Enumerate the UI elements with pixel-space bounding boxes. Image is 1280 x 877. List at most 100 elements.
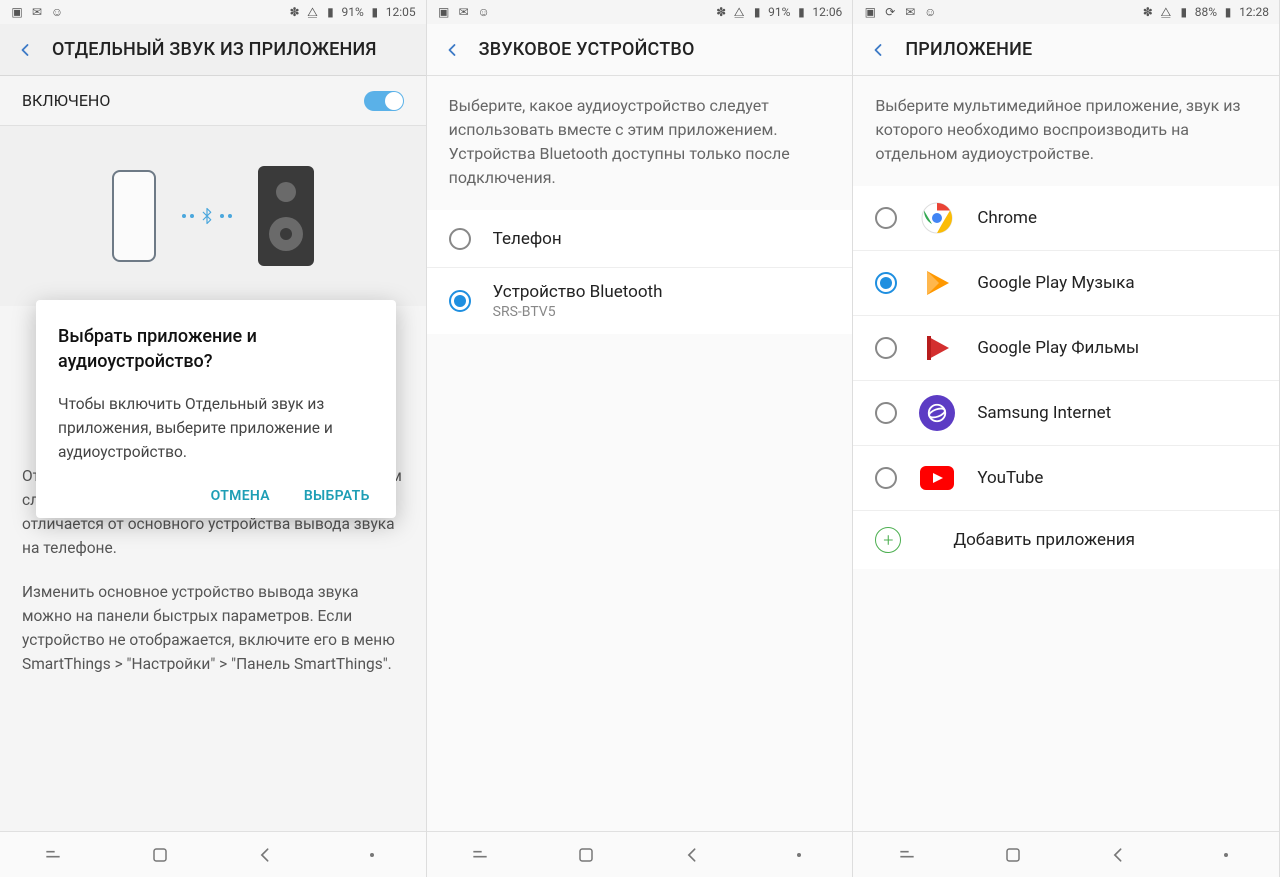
gallery-icon: ▣ bbox=[437, 5, 451, 19]
radio-button[interactable] bbox=[449, 228, 471, 250]
status-bar: ▣ ✉ ☺ ✽ ⧋ ▮ 91% ▮ 12:05 bbox=[0, 0, 426, 24]
nav-dot[interactable] bbox=[786, 842, 812, 868]
select-app-device-dialog: Выбрать приложение и аудиоустройство? Чт… bbox=[36, 300, 396, 518]
back-button[interactable] bbox=[14, 39, 36, 61]
status-bar: ▣ ⟳ ✉ ☺ ✽ ⧋ ▮ 88% ▮ 12:28 bbox=[853, 0, 1279, 24]
battery-text: 91% bbox=[341, 5, 363, 19]
bluetooth-connection-icon bbox=[182, 205, 232, 227]
nav-bar bbox=[853, 831, 1279, 877]
device-label: Телефон bbox=[493, 229, 562, 249]
toggle-label: ВКЛЮЧЕНО bbox=[22, 91, 110, 110]
app-option-youtube[interactable]: YouTube bbox=[853, 446, 1279, 511]
radio-button[interactable] bbox=[875, 207, 897, 229]
signal-icon: ▮ bbox=[323, 5, 337, 19]
master-toggle-row[interactable]: ВКЛЮЧЕНО bbox=[0, 76, 426, 126]
nav-bar bbox=[427, 831, 853, 877]
gallery-icon: ▣ bbox=[10, 5, 24, 19]
app-label: Google Play Музыка bbox=[977, 273, 1134, 293]
device-label: Устройство Bluetooth bbox=[493, 282, 663, 302]
status-bar: ▣ ✉ ☺ ✽ ⧋ ▮ 91% ▮ 12:06 bbox=[427, 0, 853, 24]
sync-icon: ⟳ bbox=[883, 5, 897, 19]
battery-text: 88% bbox=[1195, 5, 1217, 19]
play-movies-icon bbox=[919, 330, 955, 366]
speaker-icon bbox=[258, 166, 314, 266]
nav-dot[interactable] bbox=[359, 842, 385, 868]
signal-icon: ▮ bbox=[750, 5, 764, 19]
radio-button[interactable] bbox=[875, 272, 897, 294]
device-list: Телефон Устройство Bluetooth SRS-BTV5 bbox=[427, 210, 853, 334]
screen-application: ▣ ⟳ ✉ ☺ ✽ ⧋ ▮ 88% ▮ 12:28 ПРИЛОЖЕНИЕ Выб… bbox=[853, 0, 1280, 877]
battery-text: 91% bbox=[768, 5, 790, 19]
profile-icon: ☺ bbox=[50, 5, 64, 19]
description: Выберите, какое аудиоустройство следует … bbox=[427, 76, 853, 210]
gallery-icon: ▣ bbox=[863, 5, 877, 19]
wifi-icon: ⧋ bbox=[305, 5, 319, 19]
app-list: Chrome Google Play Музыка Google Play Фи… bbox=[853, 186, 1279, 569]
page-title: ПРИЛОЖЕНИЕ bbox=[905, 39, 1032, 60]
nav-home[interactable] bbox=[573, 842, 599, 868]
cancel-button[interactable]: ОТМЕНА bbox=[211, 488, 270, 504]
info-para-2: Изменить основное устройство вывода звук… bbox=[22, 580, 404, 676]
select-button[interactable]: ВЫБРАТЬ bbox=[304, 488, 370, 504]
clock-text: 12:28 bbox=[1239, 5, 1269, 19]
nav-home[interactable] bbox=[147, 842, 173, 868]
radio-button[interactable] bbox=[875, 467, 897, 489]
app-option-play-music[interactable]: Google Play Музыка bbox=[853, 251, 1279, 316]
nav-dot[interactable] bbox=[1213, 842, 1239, 868]
header: ОТДЕЛЬНЫЙ ЗВУК ИЗ ПРИЛОЖЕНИЯ bbox=[0, 24, 426, 76]
nav-recents[interactable] bbox=[467, 842, 493, 868]
message-icon: ✉ bbox=[903, 5, 917, 19]
profile-icon: ☺ bbox=[923, 5, 937, 19]
page-title: ЗВУКОВОЕ УСТРОЙСТВО bbox=[479, 39, 695, 60]
add-apps-button[interactable]: + Добавить приложения bbox=[853, 511, 1279, 569]
device-sub: SRS-BTV5 bbox=[493, 304, 663, 320]
screen-separate-app-sound: ▣ ✉ ☺ ✽ ⧋ ▮ 91% ▮ 12:05 ОТДЕЛЬНЫЙ ЗВУК И… bbox=[0, 0, 427, 877]
app-label: Samsung Internet bbox=[977, 403, 1111, 423]
nav-back[interactable] bbox=[253, 842, 279, 868]
app-option-play-movies[interactable]: Google Play Фильмы bbox=[853, 316, 1279, 381]
battery-icon: ▮ bbox=[368, 5, 382, 19]
description: Выберите мультимедийное приложение, звук… bbox=[853, 76, 1279, 186]
header: ЗВУКОВОЕ УСТРОЙСТВО bbox=[427, 24, 853, 76]
chrome-icon bbox=[919, 200, 955, 236]
screen-audio-device: ▣ ✉ ☺ ✽ ⧋ ▮ 91% ▮ 12:06 ЗВУКОВОЕ УСТРОЙС… bbox=[427, 0, 854, 877]
nav-back[interactable] bbox=[680, 842, 706, 868]
profile-icon: ☺ bbox=[477, 5, 491, 19]
phone-icon bbox=[112, 170, 156, 262]
radio-button[interactable] bbox=[875, 337, 897, 359]
nav-recents[interactable] bbox=[894, 842, 920, 868]
nav-bar bbox=[0, 831, 426, 877]
app-option-chrome[interactable]: Chrome bbox=[853, 186, 1279, 251]
battery-icon: ▮ bbox=[1221, 5, 1235, 19]
wifi-icon: ⧋ bbox=[732, 5, 746, 19]
toggle-switch[interactable] bbox=[364, 91, 404, 111]
message-icon: ✉ bbox=[30, 5, 44, 19]
app-label: YouTube bbox=[977, 468, 1043, 488]
battery-icon: ▮ bbox=[794, 5, 808, 19]
clock-text: 12:05 bbox=[386, 5, 416, 19]
page-title: ОТДЕЛЬНЫЙ ЗВУК ИЗ ПРИЛОЖЕНИЯ bbox=[52, 39, 377, 60]
radio-button[interactable] bbox=[875, 402, 897, 424]
play-music-icon bbox=[919, 265, 955, 301]
device-option-bluetooth[interactable]: Устройство Bluetooth SRS-BTV5 bbox=[427, 268, 853, 334]
nav-back[interactable] bbox=[1106, 842, 1132, 868]
bluetooth-icon: ✽ bbox=[287, 5, 301, 19]
illustration bbox=[0, 126, 426, 306]
app-label: Google Play Фильмы bbox=[977, 338, 1139, 358]
signal-icon: ▮ bbox=[1177, 5, 1191, 19]
radio-button[interactable] bbox=[449, 290, 471, 312]
nav-recents[interactable] bbox=[40, 842, 66, 868]
back-button[interactable] bbox=[441, 39, 463, 61]
app-label: Chrome bbox=[977, 208, 1037, 228]
dialog-title: Выбрать приложение и аудиоустройство? bbox=[58, 324, 374, 374]
youtube-icon bbox=[919, 460, 955, 496]
app-option-samsung-internet[interactable]: Samsung Internet bbox=[853, 381, 1279, 446]
wifi-icon: ⧋ bbox=[1159, 5, 1173, 19]
add-apps-label: Добавить приложения bbox=[953, 530, 1135, 550]
plus-icon: + bbox=[875, 527, 901, 553]
dialog-body: Чтобы включить Отдельный звук из приложе… bbox=[58, 392, 374, 464]
device-option-phone[interactable]: Телефон bbox=[427, 210, 853, 268]
back-button[interactable] bbox=[867, 39, 889, 61]
header: ПРИЛОЖЕНИЕ bbox=[853, 24, 1279, 76]
nav-home[interactable] bbox=[1000, 842, 1026, 868]
